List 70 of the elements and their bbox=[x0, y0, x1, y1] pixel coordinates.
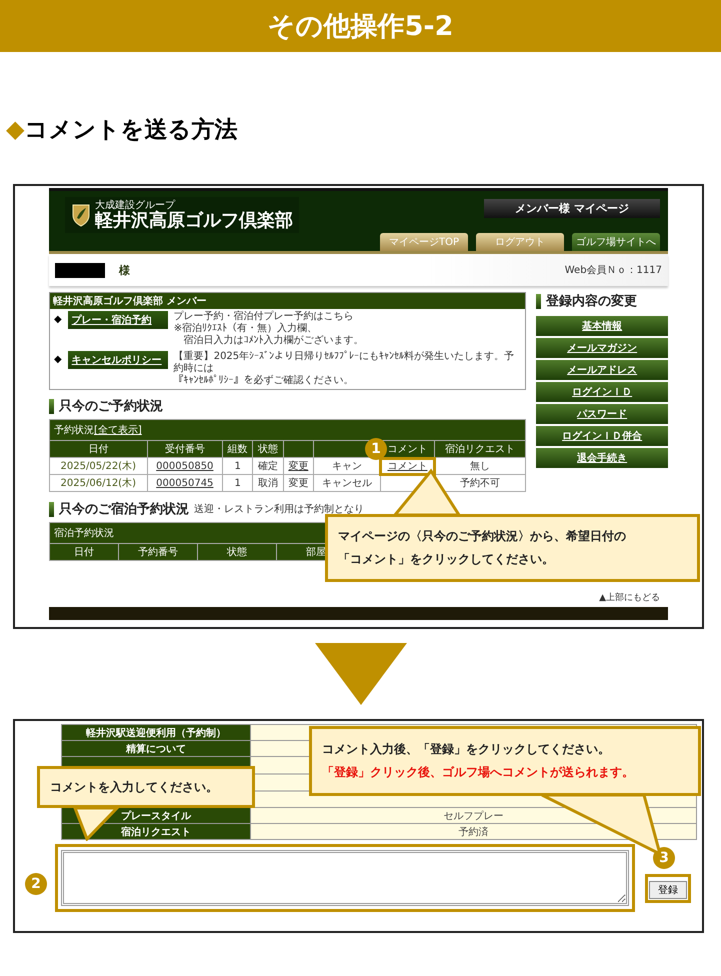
cell-text: 2025/05/22(木) bbox=[60, 461, 136, 472]
callout-text: コメント入力後、「登録」をクリックしてください。 bbox=[322, 741, 611, 758]
redaction-bar bbox=[55, 262, 105, 278]
cell-text: 1 bbox=[234, 460, 241, 472]
cell-text: キャンセル bbox=[322, 478, 372, 489]
side-menu-button[interactable]: メールアドレス bbox=[536, 360, 668, 380]
menu-link[interactable]: キャンセルポリシー bbox=[68, 351, 168, 369]
section-heading: 登録内容の変更 bbox=[546, 292, 638, 310]
description-text: プレー予約・宿泊付プレー予約はこちら bbox=[174, 311, 355, 322]
member-honorific: 様 bbox=[119, 262, 130, 278]
side-menu-button[interactable]: ログインＩＤ bbox=[536, 382, 668, 402]
form-label: 軽井沢駅送迎便利用（予約制） bbox=[62, 724, 250, 740]
form-label: 精算について bbox=[62, 740, 250, 756]
cell-text: 変更 bbox=[288, 478, 308, 489]
callout-text: コメントを入力してください。 bbox=[50, 778, 219, 796]
side-menu-button[interactable]: パスワード bbox=[536, 404, 668, 424]
section-heading: 只今のご宿泊予約状況 bbox=[59, 500, 189, 518]
diamond-marker: ◆ bbox=[6, 115, 24, 143]
column-header: 状態 bbox=[198, 544, 276, 560]
description-text: 宿泊日入力はｺﾒﾝﾄ入力欄がございます。 bbox=[182, 335, 364, 347]
group-name: 大成建設グループ bbox=[95, 200, 176, 210]
side-menu-button[interactable]: メールマガジン bbox=[536, 338, 668, 358]
menu-link[interactable]: プレー・宿泊予約 bbox=[68, 311, 168, 329]
diamond-marker: ◆ bbox=[54, 354, 62, 365]
column-header: 宿泊リクエスト bbox=[434, 440, 526, 458]
shield-logo-icon bbox=[71, 203, 91, 227]
table-link[interactable]: 000050745 bbox=[156, 478, 214, 488]
heading-bar bbox=[49, 398, 54, 414]
show-all-link[interactable]: [全て表示] bbox=[94, 425, 142, 436]
cell-text: 取消 bbox=[258, 478, 278, 489]
cell-text: 2025/06/12(木) bbox=[60, 478, 136, 489]
slide-title: その他操作5-2 bbox=[268, 10, 454, 44]
side-menu-button[interactable]: 退会手続き bbox=[536, 448, 668, 468]
club-name: 軽井沢高原ゴルフ倶楽部 bbox=[95, 210, 293, 230]
cell-text: 1 bbox=[234, 478, 241, 488]
section-heading: コメントを送る方法 bbox=[24, 116, 238, 144]
column-header: 受付番号 bbox=[147, 440, 223, 458]
column-header: 日付 bbox=[50, 440, 148, 458]
heading-bar bbox=[49, 502, 54, 516]
cell-text: 予約不可 bbox=[460, 478, 500, 489]
table-caption: 予約状況[全て表示] bbox=[50, 420, 526, 440]
description-text: 【重要】2025年ｼｰｽﾞﾝより日帰りｾﾙﾌﾌﾟﾚｰにもｷｬﾝｾﾙ料が発生いたします。予約時には bbox=[174, 351, 516, 374]
column-header: 状態 bbox=[252, 440, 284, 458]
page-title-bar: メンバー様 マイページ bbox=[484, 199, 660, 218]
cell-text: キャン bbox=[332, 461, 362, 472]
diamond-marker: ◆ bbox=[54, 314, 62, 325]
side-menu-button[interactable]: 基本情報 bbox=[536, 316, 668, 336]
column-header: 予約番号 bbox=[118, 544, 198, 560]
column-header: 組数 bbox=[222, 440, 253, 458]
panel-title: 軽井沢高原ゴルフ倶楽部 メンバー bbox=[50, 293, 526, 309]
table-link[interactable]: 000050850 bbox=[156, 460, 214, 472]
nav-tab[interactable]: ゴルフ場サイトへ bbox=[572, 233, 660, 251]
section-heading: 只今のご予約状況 bbox=[59, 398, 163, 415]
column-header: 日付 bbox=[50, 544, 118, 560]
description-text: 『ｷｬﾝｾﾙﾎﾟﾘｼｰ』を必ずご確認ください。 bbox=[174, 375, 355, 387]
callout-text: 「登録」クリック後、ゴルフ場へコメントが送られます。 bbox=[322, 764, 635, 781]
side-menu-button[interactable]: ログインＩＤ併合 bbox=[536, 426, 668, 446]
register-button[interactable]: 登録 bbox=[649, 881, 687, 899]
cell-text: 確定 bbox=[258, 461, 278, 472]
down-arrow-icon bbox=[314, 643, 406, 705]
table-link[interactable]: 変更 bbox=[288, 461, 308, 472]
cell-text: 無し bbox=[470, 461, 490, 472]
comment-field[interactable] bbox=[61, 850, 629, 906]
table-link[interactable]: コメント bbox=[387, 461, 428, 472]
step-badge: 2 bbox=[25, 873, 47, 895]
member-number: Web会員Ｎｏ：1117 bbox=[564, 264, 662, 277]
back-to-top-link[interactable]: ▲上部にもどる bbox=[599, 591, 660, 604]
note-text: 送迎・レストラン利用は予約制となり bbox=[194, 502, 364, 516]
description-text: ※宿泊ﾘｸｴｽﾄ（有・無）入力欄、 bbox=[174, 323, 318, 334]
heading-bar bbox=[536, 294, 542, 308]
